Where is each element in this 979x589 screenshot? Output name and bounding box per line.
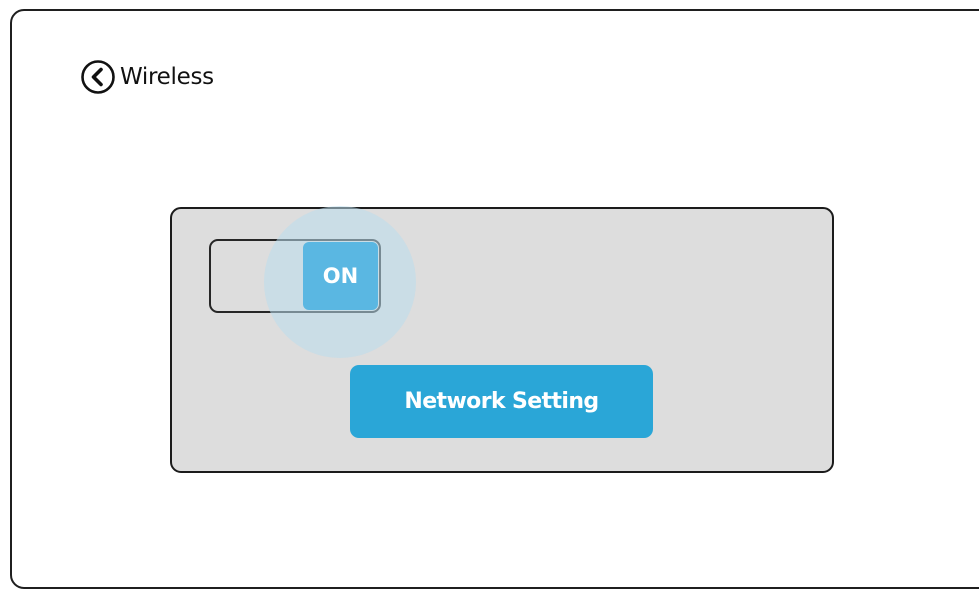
network-setting-button[interactable]: Network Setting <box>350 365 653 438</box>
chevron-left-circle-icon[interactable] <box>80 59 116 95</box>
page-title: Wireless <box>120 64 214 90</box>
toggle-knob-on[interactable]: ON <box>303 242 378 310</box>
page-header: Wireless <box>80 59 214 95</box>
back-button[interactable] <box>80 59 116 95</box>
